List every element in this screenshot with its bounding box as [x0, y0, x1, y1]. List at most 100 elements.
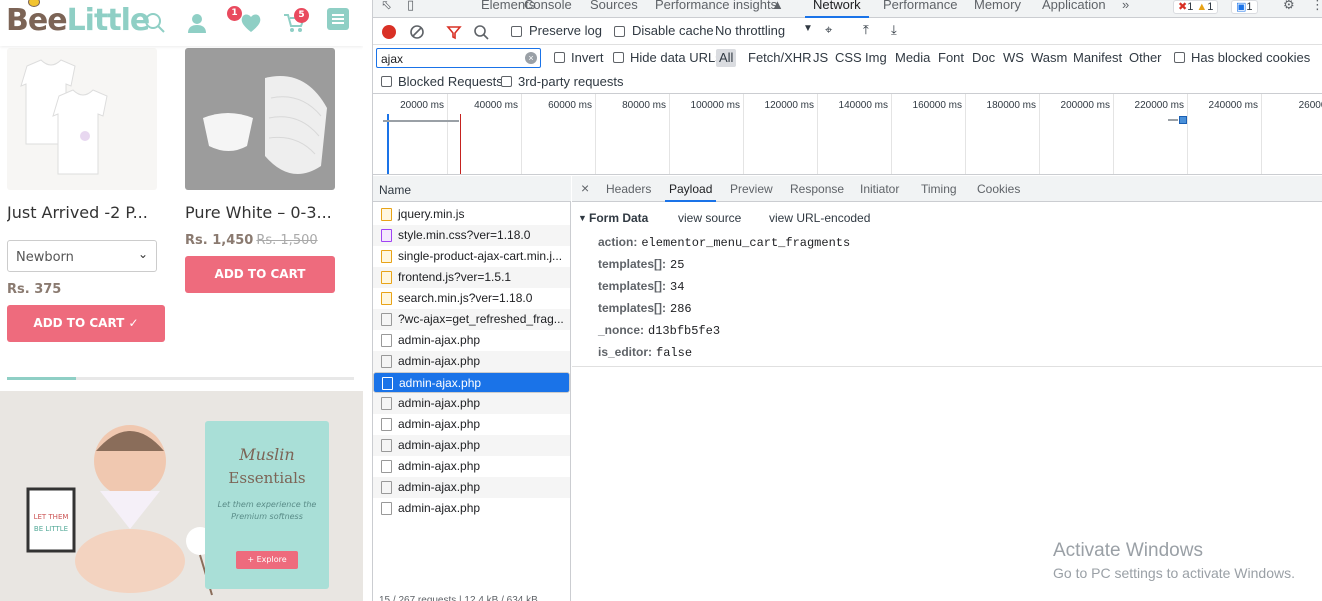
size-select[interactable]: Newborn ⌄ [7, 240, 157, 272]
form-field-value[interactable]: false [656, 346, 692, 360]
type-filter-media[interactable]: Media [892, 49, 933, 67]
type-filter-fetch-xhr[interactable]: Fetch/XHR [745, 49, 815, 67]
request-row[interactable]: admin-ajax.php [373, 414, 570, 435]
invert-checkbox[interactable] [554, 52, 565, 63]
error-count[interactable]: ✖1 ▲1 [1173, 0, 1219, 14]
close-detail-icon[interactable]: × [581, 180, 589, 196]
product-title[interactable]: Pure White – 0-3... [185, 203, 335, 222]
add-to-cart-button[interactable]: ADD TO CART [185, 256, 335, 293]
clear-filter-icon[interactable]: × [525, 52, 537, 64]
heart-icon[interactable] [240, 12, 262, 34]
filter-input[interactable]: ajax × [376, 48, 541, 68]
type-filter-manifest[interactable]: Manifest [1070, 49, 1125, 67]
third-party-checkbox[interactable] [501, 76, 512, 87]
explore-button[interactable]: + Explore [236, 551, 298, 569]
activate-windows-subtitle: Go to PC settings to activate Windows. [1053, 565, 1295, 581]
expand-triangle-icon[interactable]: ▼ [578, 213, 587, 223]
settings-gear-icon[interactable]: ⚙ [1283, 0, 1295, 13]
menu-icon[interactable] [327, 8, 349, 30]
blocked-requests-checkbox[interactable] [381, 76, 392, 87]
tab-initiator[interactable]: Initiator [860, 182, 899, 196]
more-tabs-button[interactable]: » [1122, 0, 1129, 12]
add-to-cart-button[interactable]: ADD TO CART ✓ [7, 305, 165, 342]
form-field-value[interactable]: 286 [670, 302, 692, 316]
tab-headers[interactable]: Headers [606, 182, 651, 196]
user-icon[interactable] [186, 12, 208, 34]
carousel-scrollbar[interactable] [7, 377, 354, 380]
tab-network[interactable]: Network [805, 0, 869, 18]
request-row[interactable]: admin-ajax.php [373, 456, 570, 477]
search-icon[interactable] [144, 12, 166, 34]
type-filter-font[interactable]: Font [935, 49, 967, 67]
form-field-value[interactable]: elementor_menu_cart_fragments [641, 236, 850, 250]
device-toolbar-icon[interactable]: ▯ [407, 0, 414, 13]
preserve-log-checkbox[interactable] [511, 26, 522, 37]
clear-icon[interactable] [409, 24, 425, 40]
request-row[interactable]: admin-ajax.php [373, 435, 570, 456]
type-filter-wasm[interactable]: Wasm [1028, 49, 1070, 67]
request-row[interactable]: admin-ajax.php [373, 477, 570, 498]
type-filter-css[interactable]: CSS [832, 49, 865, 67]
type-filter-js[interactable]: JS [810, 49, 831, 67]
throttling-dropdown-icon[interactable]: ▼ [803, 23, 813, 34]
form-field-value[interactable]: d13bfb5fe3 [648, 324, 720, 338]
request-name: frontend.js?ver=1.5.1 [398, 270, 512, 284]
request-row[interactable]: ?wc-ajax=get_refreshed_frag... [373, 309, 570, 330]
filter-icon[interactable] [446, 24, 462, 40]
tab-timing[interactable]: Timing [921, 182, 957, 196]
type-filter-doc[interactable]: Doc [969, 49, 998, 67]
document-icon [381, 418, 392, 431]
document-icon [381, 502, 392, 515]
request-row[interactable]: admin-ajax.php [373, 351, 570, 372]
type-filter-img[interactable]: Img [862, 49, 890, 67]
tab-payload[interactable]: Payload [664, 182, 717, 202]
request-row[interactable]: style.min.css?ver=1.18.0 [373, 225, 570, 246]
network-conditions-icon[interactable]: ⌖ [825, 22, 832, 38]
tab-console[interactable]: Console [524, 0, 572, 12]
form-field-value[interactable]: 25 [670, 258, 684, 272]
carousel-scroll-thumb[interactable] [7, 377, 76, 380]
record-icon[interactable] [381, 24, 397, 40]
request-row[interactable]: search.min.js?ver=1.18.0 [373, 288, 570, 309]
type-filter-other[interactable]: Other [1126, 49, 1165, 67]
export-har-icon[interactable]: ⤓ [891, 22, 897, 38]
network-timeline-overview[interactable]: 20000 ms 40000 ms 60000 ms 80000 ms 100000 m… [373, 93, 1322, 175]
tab-sources[interactable]: Sources [590, 0, 638, 12]
kebab-menu-icon[interactable]: ⋮ [1311, 0, 1322, 13]
inspect-element-icon[interactable]: ⬁ [381, 0, 392, 13]
product-image-nappies[interactable] [185, 48, 335, 190]
request-row[interactable]: admin-ajax.php [373, 393, 570, 414]
name-column-header[interactable]: Name [373, 176, 571, 202]
view-source-link[interactable]: view source [678, 211, 741, 225]
type-filter-all[interactable]: All [716, 49, 737, 67]
view-url-encoded-link[interactable]: view URL-encoded [769, 211, 870, 225]
form-field-value[interactable]: 34 [670, 280, 684, 294]
tab-memory[interactable]: Memory [974, 0, 1021, 12]
tab-performance[interactable]: Performance [883, 0, 957, 12]
form-data-heading[interactable]: Form Data [589, 211, 648, 225]
tab-preview[interactable]: Preview [730, 182, 773, 196]
promo-banner[interactable]: LET THEM BE LITTLE Muslin Essentials Let… [0, 391, 363, 601]
tab-response[interactable]: Response [790, 182, 844, 196]
request-row[interactable]: admin-ajax.php [373, 498, 570, 519]
filter-bar: ajax × Invert Hide data URLs All Fetch/XH… [373, 45, 1322, 71]
disable-cache-checkbox[interactable] [614, 26, 625, 37]
type-filter-ws[interactable]: WS [1000, 49, 1027, 67]
product-title[interactable]: Just Arrived -2 P... [7, 203, 157, 222]
request-row[interactable]: admin-ajax.php [373, 330, 570, 351]
import-har-icon[interactable]: ⤒ [863, 22, 869, 38]
request-row[interactable]: jquery.min.js [373, 204, 570, 225]
request-row[interactable]: single-product-ajax-cart.min.j... [373, 246, 570, 267]
throttling-select[interactable]: No throttling [715, 23, 785, 38]
search-icon[interactable] [473, 24, 489, 40]
product-image-vests[interactable] [7, 48, 157, 190]
tab-application[interactable]: Application [1042, 0, 1106, 12]
tab-cookies[interactable]: Cookies [977, 182, 1020, 196]
request-row[interactable]: admin-ajax.php [373, 372, 570, 393]
has-blocked-cookies-checkbox[interactable] [1174, 52, 1185, 63]
message-count[interactable]: ▣1 [1231, 0, 1258, 14]
request-row[interactable]: frontend.js?ver=1.5.1 [373, 267, 570, 288]
site-logo[interactable]: BeeLittle [6, 3, 150, 38]
hide-data-urls-checkbox[interactable] [613, 52, 624, 63]
tab-performance-insights[interactable]: Performance insights [655, 0, 777, 12]
